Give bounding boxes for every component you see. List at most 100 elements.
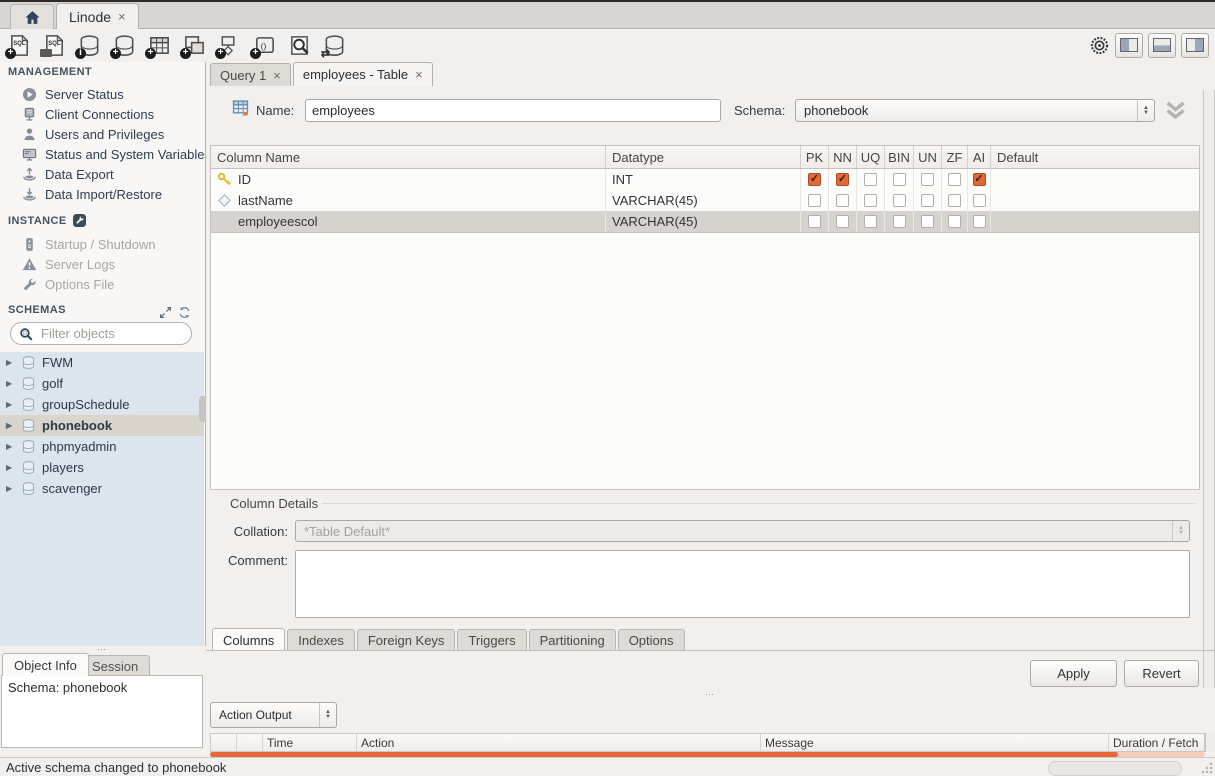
- schema-row-groupschedule[interactable]: ▶ groupSchedule: [0, 394, 204, 415]
- column-row-id[interactable]: ID INT: [211, 169, 1199, 190]
- header-zf[interactable]: ZF: [942, 146, 968, 168]
- sidebar-scrollbar-thumb[interactable]: [199, 396, 206, 422]
- sidebar-item-data-export[interactable]: Data Export: [0, 164, 205, 184]
- pk-checkbox[interactable]: [808, 215, 821, 228]
- home-tab[interactable]: [10, 4, 54, 29]
- column-row-employeescol[interactable]: employeescol VARCHAR(45): [211, 211, 1199, 233]
- output-panel-splitter[interactable]: ⋯: [206, 691, 1215, 700]
- spinner-arrows-icon[interactable]: ▲▼: [319, 703, 336, 727]
- header-un[interactable]: UN: [914, 146, 942, 168]
- sidebar-item-server-status[interactable]: Server Status: [0, 84, 205, 104]
- schema-filter-input[interactable]: [39, 325, 183, 342]
- search-table-data-button[interactable]: [284, 31, 314, 59]
- tab-indexes[interactable]: Indexes: [287, 629, 355, 651]
- refresh-schemas-icon[interactable]: [178, 306, 191, 319]
- nn-checkbox[interactable]: [836, 194, 849, 207]
- zf-checkbox[interactable]: [948, 215, 961, 228]
- create-function-button[interactable]: +: [249, 31, 279, 59]
- expander-arrow-icon[interactable]: ▶: [6, 358, 15, 367]
- uq-checkbox[interactable]: [864, 215, 877, 228]
- create-procedure-button[interactable]: +: [214, 31, 244, 59]
- header-default[interactable]: Default: [991, 146, 1199, 168]
- expander-arrow-icon[interactable]: ▶: [6, 400, 15, 409]
- expander-arrow-icon[interactable]: ▶: [6, 484, 15, 493]
- header-pk[interactable]: PK: [801, 146, 829, 168]
- ai-checkbox[interactable]: [973, 215, 986, 228]
- tab-options[interactable]: Options: [618, 629, 685, 651]
- collation-select[interactable]: *Table Default* ▲▼: [295, 520, 1190, 542]
- reconnect-dbms-button[interactable]: ⇄: [319, 31, 349, 59]
- expander-arrow-icon[interactable]: ▶: [6, 421, 15, 430]
- bin-checkbox[interactable]: [893, 194, 906, 207]
- schema-row-players[interactable]: ▶ players: [0, 457, 204, 478]
- schema-row-scavenger[interactable]: ▶ scavenger: [0, 478, 204, 499]
- toggle-left-sidebar-button[interactable]: [1115, 33, 1143, 58]
- zf-checkbox[interactable]: [948, 173, 961, 186]
- schema-inspector-button[interactable]: i: [74, 31, 104, 59]
- create-schema-button[interactable]: +: [109, 31, 139, 59]
- output-header-duration[interactable]: Duration / Fetch: [1109, 734, 1204, 751]
- nn-checkbox[interactable]: [836, 173, 849, 186]
- output-header-message[interactable]: Message: [761, 734, 1109, 751]
- spinner-arrows-icon[interactable]: ▲▼: [1137, 100, 1154, 121]
- close-tab-icon[interactable]: ×: [415, 67, 423, 82]
- output-header-time[interactable]: Time: [263, 734, 357, 751]
- tab-object-info[interactable]: Object Info: [2, 653, 89, 676]
- pk-checkbox[interactable]: [808, 173, 821, 186]
- pk-checkbox[interactable]: [808, 194, 821, 207]
- ai-checkbox[interactable]: [973, 194, 986, 207]
- open-sql-script-button[interactable]: [39, 31, 69, 59]
- un-checkbox[interactable]: [921, 173, 934, 186]
- close-connection-icon[interactable]: ×: [118, 9, 126, 24]
- toggle-right-sidebar-button[interactable]: [1181, 33, 1209, 58]
- schema-row-phpmyadmin[interactable]: ▶ phpmyadmin: [0, 436, 204, 457]
- schema-row-phonebook[interactable]: ▶ phonebook: [0, 415, 204, 436]
- output-vertical-scrollbar[interactable]: [1205, 733, 1215, 752]
- un-checkbox[interactable]: [921, 194, 934, 207]
- sidebar-item-options-file[interactable]: Options File: [0, 274, 205, 294]
- column-row-lastname[interactable]: lastName VARCHAR(45): [211, 190, 1199, 211]
- ai-checkbox[interactable]: [973, 173, 986, 186]
- create-table-button[interactable]: +: [144, 31, 174, 59]
- header-datatype[interactable]: Datatype: [606, 146, 801, 168]
- uq-checkbox[interactable]: [864, 173, 877, 186]
- sidebar-item-client-connections[interactable]: Client Connections: [0, 104, 205, 124]
- header-column-name[interactable]: Column Name: [211, 146, 606, 168]
- header-uq[interactable]: UQ: [857, 146, 885, 168]
- un-checkbox[interactable]: [921, 215, 934, 228]
- schema-row-golf[interactable]: ▶ golf: [0, 373, 204, 394]
- output-selector[interactable]: Action Output ▲▼: [210, 702, 337, 728]
- window-resize-grip[interactable]: [1201, 762, 1213, 774]
- zf-checkbox[interactable]: [948, 194, 961, 207]
- header-ai[interactable]: AI: [968, 146, 991, 168]
- tab-foreign-keys[interactable]: Foreign Keys: [357, 629, 456, 651]
- schema-select[interactable]: phonebook ▲▼: [795, 99, 1155, 122]
- table-name-input[interactable]: [305, 99, 721, 122]
- tab-employees-table[interactable]: employees - Table ×: [293, 62, 433, 86]
- close-tab-icon[interactable]: ×: [273, 68, 281, 83]
- bin-checkbox[interactable]: [893, 173, 906, 186]
- expander-arrow-icon[interactable]: ▶: [6, 442, 15, 451]
- revert-button[interactable]: Revert: [1124, 660, 1199, 687]
- collapse-header-chevrons-icon[interactable]: [1163, 100, 1188, 120]
- header-bin[interactable]: BIN: [885, 146, 914, 168]
- tab-triggers[interactable]: Triggers: [457, 629, 526, 651]
- sidebar-item-users-privileges[interactable]: Users and Privileges: [0, 124, 205, 144]
- tab-query-1[interactable]: Query 1 ×: [210, 63, 291, 86]
- uq-checkbox[interactable]: [864, 194, 877, 207]
- comment-textarea[interactable]: [295, 550, 1190, 618]
- tab-partitioning[interactable]: Partitioning: [529, 629, 616, 651]
- header-nn[interactable]: NN: [829, 146, 857, 168]
- new-sql-tab-button[interactable]: +: [4, 31, 34, 59]
- expander-arrow-icon[interactable]: ▶: [6, 463, 15, 472]
- sidebar-item-startup-shutdown[interactable]: Startup / Shutdown: [0, 234, 205, 254]
- connection-tab-linode[interactable]: Linode ×: [56, 3, 139, 29]
- toggle-bottom-panel-button[interactable]: [1148, 33, 1176, 58]
- apply-button[interactable]: Apply: [1030, 660, 1117, 687]
- sidebar-item-data-import[interactable]: Data Import/Restore: [0, 184, 205, 204]
- output-header-action[interactable]: Action: [357, 734, 761, 751]
- tab-session[interactable]: Session: [80, 655, 150, 676]
- sidebar-item-server-logs[interactable]: Server Logs: [0, 254, 205, 274]
- schema-row-fwm[interactable]: ▶ FWM: [0, 352, 204, 373]
- editor-vertical-scrollbar[interactable]: [1203, 90, 1215, 688]
